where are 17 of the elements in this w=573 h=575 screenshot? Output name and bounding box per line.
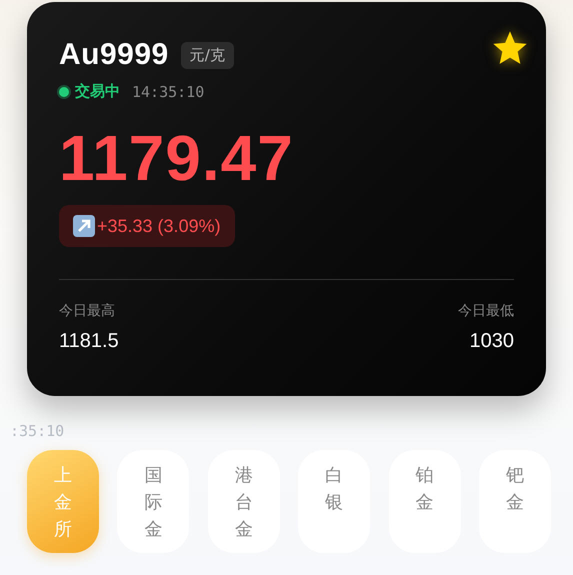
- stat-value: 1030: [470, 330, 514, 354]
- market-tab[interactable]: 港台金: [208, 450, 280, 553]
- stat-label: 今日最低: [458, 302, 514, 320]
- status-label: 交易中: [75, 82, 120, 101]
- unit-badge: 元/克: [180, 42, 234, 68]
- update-time: 14:35:10: [132, 82, 204, 100]
- faded-time: :35:10: [10, 422, 66, 440]
- market-tab[interactable]: 铂金: [388, 450, 461, 553]
- stat-value: 1181.5: [59, 330, 119, 354]
- price-value: 1179.47: [59, 123, 295, 194]
- market-tab[interactable]: 钯金: [478, 450, 551, 553]
- market-tab[interactable]: 国际金: [117, 450, 190, 553]
- change-text: +35.33 (3.09%): [97, 216, 221, 237]
- market-tab[interactable]: 上金所: [27, 450, 99, 553]
- stat-label: 今日最高: [59, 302, 116, 320]
- symbol-title: Au9999: [59, 38, 169, 72]
- market-tab[interactable]: 白银: [298, 450, 370, 553]
